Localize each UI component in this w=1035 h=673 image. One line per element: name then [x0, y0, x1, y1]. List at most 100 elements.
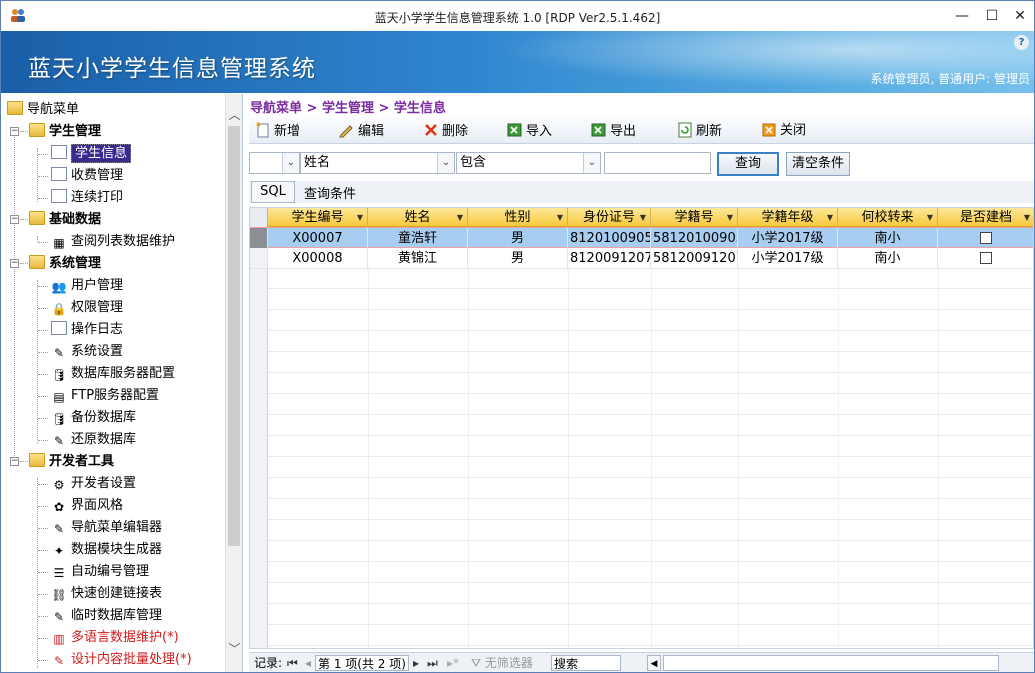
table-row[interactable]: X00007 童浩轩 男 8120100905 58120100905 小学20…: [250, 227, 1033, 249]
expander-collapse-icon[interactable]: −: [10, 127, 19, 136]
cell-grade[interactable]: 小学2017级: [738, 228, 838, 249]
expander-collapse-icon[interactable]: −: [10, 259, 19, 268]
title-bar: 蓝天小学学生信息管理系统 1.0 [RDP Ver2.5.1.462] — ☐ …: [1, 1, 1034, 31]
cell-grade[interactable]: 小学2017级: [738, 248, 838, 269]
import-button[interactable]: 导入: [507, 122, 552, 142]
cell-id-number[interactable]: 8120100905: [568, 228, 651, 249]
export-button[interactable]: 导出: [591, 122, 636, 142]
nav-item-logs[interactable]: 操作日志: [51, 320, 123, 340]
expander-collapse-icon[interactable]: −: [10, 457, 19, 466]
nav-item-users[interactable]: 👥 用户管理: [51, 276, 124, 296]
col-header-archived[interactable]: 是否建档 ▼: [938, 208, 1033, 227]
field-select[interactable]: 姓名 ⌄: [300, 152, 455, 174]
cell-archived[interactable]: [938, 248, 1033, 269]
new-record-icon[interactable]: ▸*: [447, 655, 459, 671]
nav-item-auto-numbering[interactable]: ☰ 自动编号管理: [51, 562, 149, 582]
row-indicator[interactable]: [250, 248, 268, 269]
scroll-down-icon[interactable]: ﹀: [226, 640, 242, 658]
scroll-thumb[interactable]: [228, 126, 240, 546]
cell-gender[interactable]: 男: [468, 228, 568, 249]
no-filter-button[interactable]: ⛛ 无筛选器: [471, 655, 533, 671]
nav-item-fees[interactable]: 收费管理: [51, 166, 123, 186]
nav-group-dev-tools[interactable]: 开发者工具: [29, 452, 114, 472]
nav-group-basic-data[interactable]: 基础数据: [29, 210, 101, 230]
new-button[interactable]: 新增: [255, 122, 300, 142]
nav-item-link-table[interactable]: ⛓ 快速创建链接表: [51, 584, 162, 604]
nav-item-permissions[interactable]: 🔒 权限管理: [51, 298, 124, 318]
folder-icon: [29, 123, 45, 137]
logic-select[interactable]: ⌄: [249, 152, 300, 174]
help-icon[interactable]: ?: [1014, 35, 1029, 50]
search-box[interactable]: 搜索: [551, 655, 621, 671]
cell-student-id[interactable]: X00008: [268, 248, 368, 269]
nav-item-temp-db[interactable]: ✎ 临时数据库管理: [51, 606, 162, 626]
query-button[interactable]: 查询: [717, 152, 779, 176]
chevron-down-icon[interactable]: ⌄: [583, 153, 600, 173]
col-header-id-number[interactable]: 身份证号 ▼: [568, 208, 651, 227]
close-window-button[interactable]: ✕: [1005, 5, 1035, 27]
nav-item-backup[interactable]: 🛢 备份数据库: [51, 408, 136, 428]
expander-collapse-icon[interactable]: −: [10, 215, 19, 224]
col-header-transferred-from[interactable]: 何校转来 ▼: [838, 208, 938, 227]
nav-item-ui-style[interactable]: ✿ 界面风格: [51, 496, 123, 516]
cell-student-id[interactable]: X00007: [268, 228, 368, 249]
nav-item-menu-editor[interactable]: ✎ 导航菜单编辑器: [51, 518, 162, 538]
hscroll-left-icon[interactable]: ◀: [647, 655, 661, 671]
nav-item-lookup-maintain[interactable]: ▦ 查阅列表数据维护: [51, 232, 175, 252]
col-header-student-id[interactable]: 学生编号 ▼: [268, 208, 368, 227]
nav-item-batch-process[interactable]: ✎ 设计内容批量处理(*): [51, 650, 192, 670]
cell-transferred-from[interactable]: 南小: [838, 248, 938, 269]
nav-item-student-info[interactable]: 学生信息: [51, 144, 132, 164]
cell-gender[interactable]: 男: [468, 248, 568, 269]
archived-checkbox[interactable]: [980, 252, 992, 264]
refresh-button[interactable]: 刷新: [677, 122, 722, 142]
sql-button[interactable]: SQL: [251, 181, 295, 203]
col-header-student-number[interactable]: 学籍号 ▼: [651, 208, 738, 227]
nav-item-restore[interactable]: ✎ 还原数据库: [51, 430, 136, 450]
nav-item-ftp-server[interactable]: ▤ FTP服务器配置: [51, 386, 159, 406]
select-all-corner[interactable]: [250, 208, 268, 227]
last-record-icon[interactable]: ⏭: [427, 655, 438, 671]
col-header-gender[interactable]: 性别 ▼: [468, 208, 568, 227]
page-info[interactable]: 第 1 项(共 2 项): [315, 655, 409, 671]
cell-archived[interactable]: [938, 228, 1033, 249]
funnel-icon: ⛛: [471, 656, 482, 670]
minimize-button[interactable]: —: [947, 5, 977, 27]
nav-root[interactable]: 导航菜单: [7, 100, 79, 120]
col-header-grade[interactable]: 学籍年级 ▼: [738, 208, 838, 227]
nav-item-print[interactable]: 连续打印: [51, 188, 123, 208]
prev-record-icon[interactable]: ◂: [305, 655, 311, 671]
chevron-down-icon[interactable]: ⌄: [437, 153, 454, 173]
nav-item-dev-settings[interactable]: ⚙ 开发者设置: [51, 474, 136, 494]
delete-button[interactable]: 删除: [423, 122, 468, 142]
next-record-icon[interactable]: ▸: [413, 655, 419, 671]
cell-student-number[interactable]: 58120091207: [651, 248, 738, 269]
close-button[interactable]: 关闭: [761, 122, 806, 142]
nav-item-module-generator[interactable]: ✦ 数据模块生成器: [51, 540, 162, 560]
cell-transferred-from[interactable]: 南小: [838, 228, 938, 249]
col-header-name[interactable]: 姓名 ▼: [368, 208, 468, 227]
nav-item-db-server[interactable]: 🛢 数据库服务器配置: [51, 364, 175, 384]
hscroll-thumb[interactable]: [663, 655, 999, 671]
first-record-icon[interactable]: ⏮: [287, 655, 298, 671]
clear-conditions-button[interactable]: 清空条件: [786, 152, 850, 176]
cell-name[interactable]: 童浩轩: [368, 228, 468, 249]
nav-item-multilang[interactable]: ▥ 多语言数据维护(*): [51, 628, 178, 648]
main-panel: 导航菜单 > 学生管理 > 学生信息 新增 编辑 删除 导入 导出 刷新 关闭: [249, 94, 1034, 672]
operator-select[interactable]: 包含 ⌄: [456, 152, 601, 174]
archived-checkbox[interactable]: [980, 232, 992, 244]
table-row[interactable]: X00008 黄锦江 男 8120091207 58120091207 小学20…: [250, 248, 1033, 269]
filter-value-input[interactable]: [604, 152, 711, 174]
nav-group-student-mgmt[interactable]: 学生管理: [29, 122, 101, 142]
chevron-down-icon[interactable]: ⌄: [282, 153, 299, 173]
nav-scrollbar[interactable]: ︿ ﹀: [225, 94, 242, 672]
cell-name[interactable]: 黄锦江: [368, 248, 468, 269]
cell-id-number[interactable]: 8120091207: [568, 248, 651, 269]
nav-item-settings[interactable]: ✎ 系统设置: [51, 342, 123, 362]
cell-student-number[interactable]: 58120100905: [651, 228, 738, 249]
edit-button[interactable]: 编辑: [339, 122, 384, 142]
scroll-up-icon[interactable]: ︿: [226, 106, 242, 124]
maximize-button[interactable]: ☐: [977, 5, 1007, 27]
row-indicator[interactable]: [250, 228, 268, 249]
nav-group-system[interactable]: 系统管理: [29, 254, 101, 274]
